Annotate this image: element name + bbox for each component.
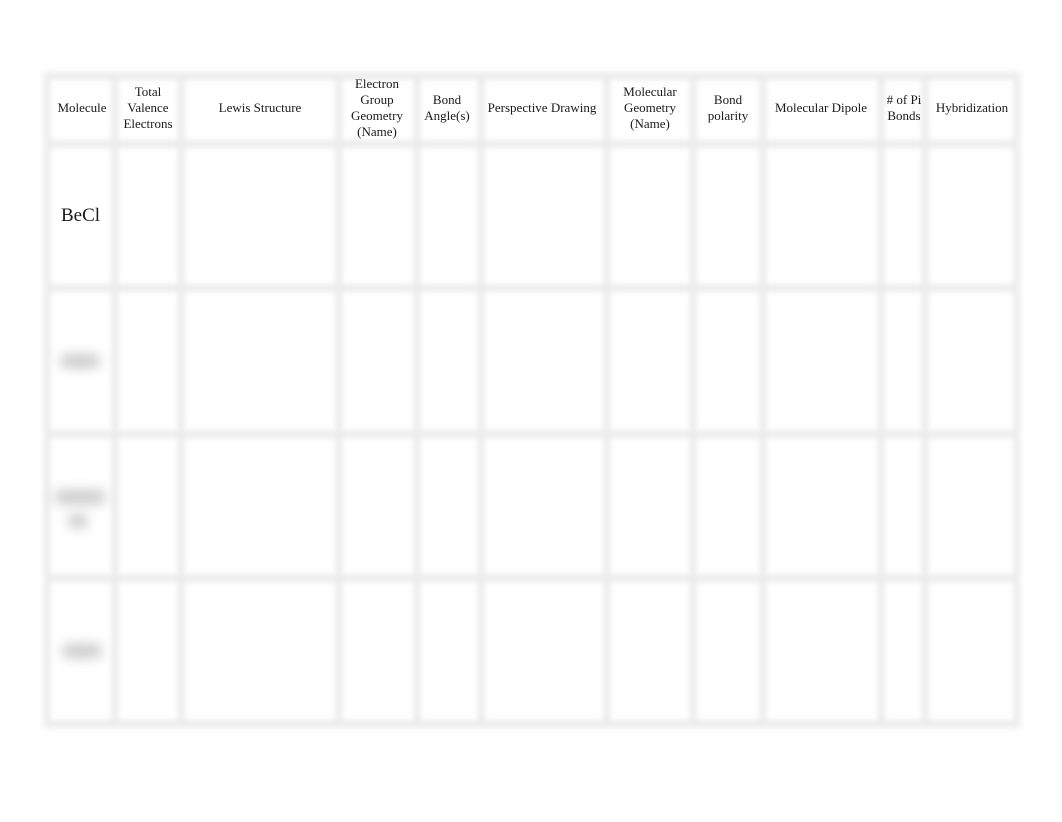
header-electron-group-geometry: Electron Group Geometry (Name) xyxy=(351,76,403,139)
header-bond-angles: Bond Angle(s) xyxy=(424,92,470,123)
header-molecule: Molecule xyxy=(57,100,107,115)
header-hybridization: Hybridization xyxy=(935,100,1009,115)
header-molecular-geometry: Molecular Geometry (Name) xyxy=(623,84,677,131)
header-molecular-dipole: Molecular Dipole xyxy=(774,100,868,115)
row-2-molecule-obscured xyxy=(60,354,100,368)
table-grid xyxy=(44,72,1020,728)
row-4-molecule-obscured xyxy=(62,644,102,658)
header-perspective-drawing: Perspective Drawing xyxy=(487,100,597,115)
header-pi-bonds: # of Pi Bonds xyxy=(886,92,922,123)
header-bond-polarity: Bond polarity xyxy=(707,92,749,123)
worksheet-table: Molecule Total Valence Electrons Lewis S… xyxy=(44,72,1020,728)
row-3-molecule-obscured xyxy=(54,490,106,504)
row-1-molecule: BeCl xyxy=(61,205,101,226)
header-lewis-structure: Lewis Structure xyxy=(218,100,302,115)
header-total-valence-electrons: Total Valence Electrons xyxy=(123,84,173,131)
row-3-molecule-obscured-line2 xyxy=(68,514,88,528)
